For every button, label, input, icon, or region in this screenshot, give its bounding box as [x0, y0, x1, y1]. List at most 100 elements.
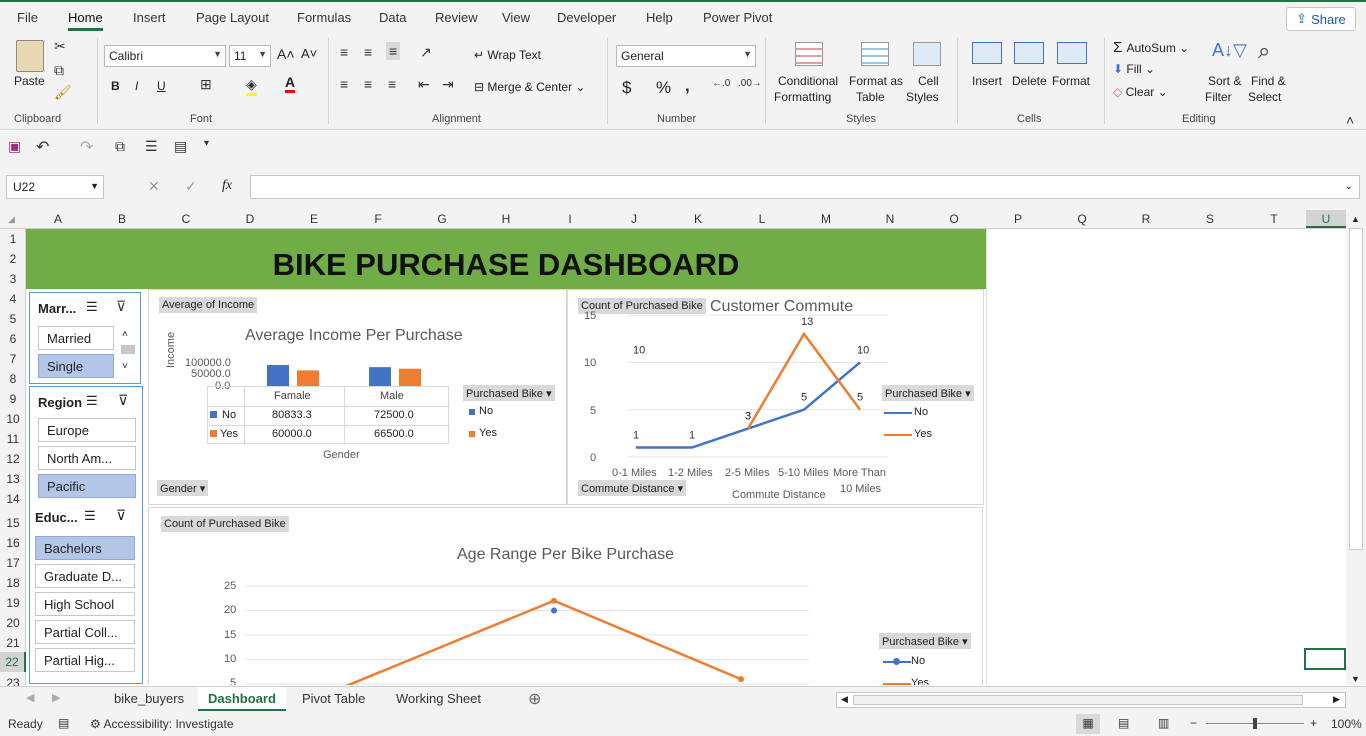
slicer-education[interactable]: Educ... ☰ ⊽ Bachelors Graduate D... High…	[29, 504, 143, 684]
number-format-select[interactable]: General ▼	[616, 45, 756, 67]
multi-select-icon[interactable]: ☰	[86, 393, 98, 409]
italic-button[interactable]: I	[135, 79, 138, 93]
tab-view[interactable]: View	[502, 10, 530, 25]
undo-icon[interactable]: ↶	[36, 137, 49, 157]
row-header[interactable]: 14	[0, 492, 26, 506]
page-break-view-icon[interactable]: ▥	[1158, 716, 1169, 730]
increase-indent-icon[interactable]: ⇥	[442, 76, 454, 93]
slicer-item-graduate[interactable]: Graduate D...	[35, 564, 135, 588]
clear-filter-icon[interactable]: ⊽	[116, 507, 126, 524]
wrap-text-button[interactable]: ↵ Wrap Text	[474, 48, 541, 62]
underline-button[interactable]: U	[157, 79, 166, 93]
paste-button[interactable]: Paste	[14, 74, 45, 88]
fill-button[interactable]: ⬇ Fill ⌄	[1113, 62, 1155, 76]
comma-button[interactable]: ,	[685, 76, 690, 96]
row-header[interactable]: 9	[0, 392, 26, 406]
share-button[interactable]: ⇪ Share	[1286, 7, 1356, 31]
zoom-slider-thumb[interactable]	[1253, 718, 1257, 729]
format-cells-icon[interactable]	[1057, 42, 1087, 64]
insert-function-button[interactable]: fx	[222, 178, 232, 194]
row-header[interactable]: 2	[0, 252, 26, 266]
increase-font-icon[interactable]: A˄	[277, 46, 295, 62]
column-header[interactable]: H	[474, 212, 538, 226]
column-header[interactable]: N	[858, 212, 922, 226]
cut-icon[interactable]: ✂	[54, 38, 66, 55]
currency-button[interactable]: $	[622, 78, 631, 98]
field-button-gender[interactable]: Gender ▾	[157, 480, 209, 496]
scroll-right-icon[interactable]: ▶	[1333, 694, 1340, 705]
row-header[interactable]: 18	[0, 576, 26, 590]
column-header[interactable]: R	[1114, 212, 1178, 226]
row-header[interactable]: 4	[0, 292, 26, 306]
row-header[interactable]: 13	[0, 472, 26, 486]
clear-filter-icon[interactable]: ⊽	[116, 298, 126, 315]
cell-styles-icon[interactable]	[913, 42, 941, 66]
row-header[interactable]: 17	[0, 556, 26, 570]
column-header[interactable]: B	[90, 212, 154, 226]
percent-button[interactable]: %	[656, 78, 671, 98]
vertical-scrollbar[interactable]: ▲ ▼	[1346, 210, 1366, 685]
insert-cells-button[interactable]: Insert	[972, 74, 1002, 88]
row-header[interactable]: 21	[0, 636, 26, 650]
decrease-decimal-icon[interactable]: .00→	[738, 78, 762, 89]
slicer-item-married[interactable]: Married	[38, 326, 114, 350]
column-header[interactable]: I	[538, 212, 602, 226]
enter-icon[interactable]: ✓	[185, 178, 197, 195]
customize-qat-icon[interactable]: ▾	[204, 138, 209, 149]
column-header[interactable]: T	[1242, 212, 1306, 226]
merge-center-button[interactable]: ⊟ Merge & Center ⌄	[474, 80, 585, 94]
scrollbar-thumb[interactable]	[1349, 228, 1363, 550]
row-header[interactable]: 19	[0, 596, 26, 610]
zoom-out-icon[interactable]: −	[1190, 716, 1197, 730]
column-header[interactable]: E	[282, 212, 346, 226]
slicer-item-partial-college[interactable]: Partial Coll...	[35, 620, 135, 644]
cancel-icon[interactable]: ✕	[148, 178, 160, 195]
clear-button[interactable]: ◇ Clear ⌄	[1113, 85, 1168, 99]
font-name-select[interactable]: Calibri ▼	[104, 45, 226, 67]
macro-record-icon[interactable]: ▤	[58, 716, 69, 730]
formula-input[interactable]: ⌄	[250, 175, 1360, 199]
column-header[interactable]: D	[218, 212, 282, 226]
tab-power-pivot[interactable]: Power Pivot	[703, 10, 772, 25]
list-icon[interactable]: ☰	[145, 138, 158, 155]
tab-home[interactable]: Home	[68, 10, 103, 31]
sheet-tab-bike-buyers[interactable]: bike_buyers	[114, 691, 184, 706]
multi-select-icon[interactable]: ☰	[86, 299, 98, 315]
tab-review[interactable]: Review	[435, 10, 478, 25]
column-header[interactable]: J	[602, 212, 666, 226]
row-header[interactable]: 20	[0, 616, 26, 630]
row-header[interactable]: 8	[0, 372, 26, 386]
fill-color-icon[interactable]: ◈	[246, 76, 257, 96]
slicer-item-bachelors[interactable]: Bachelors	[35, 536, 135, 560]
paste-icon[interactable]	[16, 40, 44, 72]
slicer-item-high-school[interactable]: High School	[35, 592, 135, 616]
page-layout-view-icon[interactable]: ▤	[1118, 716, 1129, 730]
copy-icon[interactable]: ⧉	[54, 62, 64, 79]
legend-field-button[interactable]: Purchased Bike ▾	[879, 633, 971, 649]
sheet-tab-pivot-table[interactable]: Pivot Table	[302, 691, 365, 706]
column-header[interactable]: M	[794, 212, 858, 226]
scroll-left-icon[interactable]: ◀	[841, 694, 848, 705]
scroll-down-icon[interactable]: ▼	[1351, 674, 1360, 684]
slicer-item-partial-high-school[interactable]: Partial Hig...	[35, 648, 135, 672]
horizontal-scrollbar[interactable]: ◀ ▶	[836, 692, 1346, 708]
row-header[interactable]: 11	[0, 432, 26, 446]
column-header[interactable]: S	[1178, 212, 1242, 226]
delete-cells-icon[interactable]	[1014, 42, 1044, 64]
row-header[interactable]: 5	[0, 312, 26, 326]
increase-decimal-icon[interactable]: ←.0	[712, 78, 730, 89]
copy-page-icon[interactable]: ⧉	[115, 138, 125, 155]
column-header[interactable]: O	[922, 212, 986, 226]
slicer-item-europe[interactable]: Europe	[38, 418, 136, 442]
column-header[interactable]: L	[730, 212, 794, 226]
form-icon[interactable]: ▤	[174, 138, 187, 155]
legend-field-button[interactable]: Purchased Bike ▾	[463, 385, 555, 401]
format-painter-icon[interactable]: 🖌	[54, 84, 72, 101]
add-sheet-icon[interactable]: ⊕	[528, 689, 541, 709]
chart-customer-commute[interactable]: Count of Purchased Bike Customer Commute…	[567, 289, 984, 505]
row-header[interactable]: 10	[0, 412, 26, 426]
sheet-tab-working-sheet[interactable]: Working Sheet	[396, 691, 481, 706]
slicer-item-north-america[interactable]: North Am...	[38, 446, 136, 470]
align-middle-icon[interactable]: ≡	[364, 44, 372, 60]
column-header[interactable]: A	[26, 212, 90, 226]
